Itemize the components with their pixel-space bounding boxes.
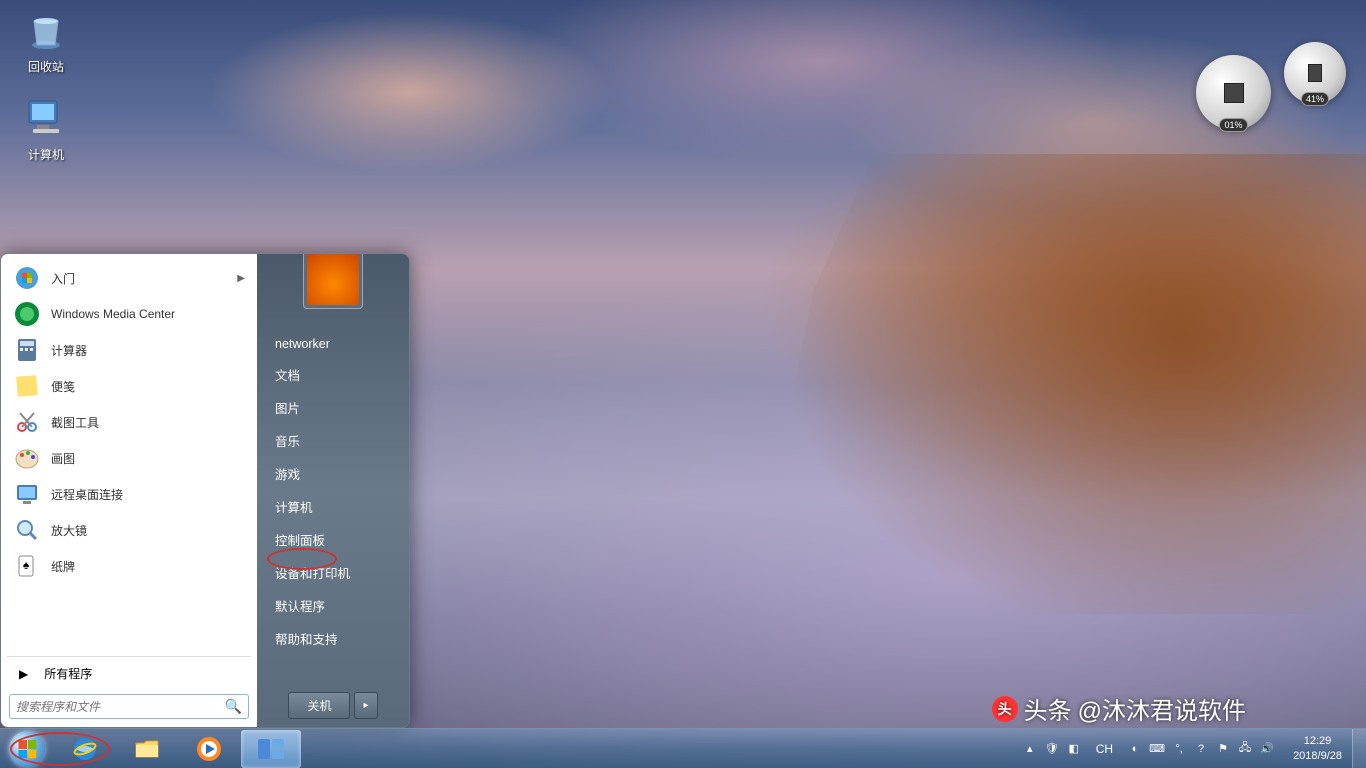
tray-punct-icon[interactable]: °, (1171, 741, 1187, 757)
watermark-logo-icon: 头 (992, 696, 1018, 722)
cpu-meter-gadget[interactable]: 01% (1196, 55, 1271, 130)
desktop-icon-computer[interactable]: 计算机 (6, 94, 86, 163)
chip-icon (1224, 83, 1244, 103)
taskbar-item-explorer[interactable] (117, 730, 177, 768)
start-menu-left-panel: 入门 ▶ Windows Media Center 计算器便笺截图工具画图远程桌面连接… (1, 254, 257, 727)
media-center-icon (13, 300, 41, 328)
mem-value-badge: 41% (1301, 92, 1329, 106)
user-picture-frame[interactable] (303, 253, 363, 309)
program-item-snipping-tool[interactable]: 截图工具 (7, 404, 251, 440)
start-button[interactable] (0, 729, 54, 768)
start-right-item[interactable]: 控制面板 (257, 523, 409, 556)
tray-shield-icon[interactable]: 🛡 (1044, 741, 1060, 757)
all-programs-label: 所有程序 (44, 665, 92, 682)
getting-started-icon (13, 264, 41, 292)
tray-flag-icon[interactable]: ⚑ (1215, 741, 1231, 757)
program-item-calculator[interactable]: 计算器 (7, 332, 251, 368)
internet-explorer-icon (71, 735, 99, 763)
program-item-paint[interactable]: 画图 (7, 440, 251, 476)
computer-icon (22, 94, 70, 142)
remote-desktop-icon (13, 480, 41, 508)
program-label: 入门 (51, 270, 75, 287)
start-menu-right-panel: networker文档图片音乐游戏计算机控制面板设备和打印机默认程序帮助和支持 … (257, 254, 409, 727)
start-right-item[interactable]: 设备和打印机 (257, 556, 409, 589)
start-right-item[interactable]: 计算机 (257, 490, 409, 523)
start-right-item[interactable]: 帮助和支持 (257, 622, 409, 655)
chip-icon (1308, 64, 1322, 82)
user-picture (307, 253, 359, 305)
folder-icon (133, 735, 161, 763)
snipping-tool-icon (13, 408, 41, 436)
all-programs-button[interactable]: ▶ 所有程序 (7, 656, 251, 690)
media-player-icon (195, 735, 223, 763)
triangle-right-icon: ▶ (19, 667, 28, 681)
desktop-icon-recycle-bin[interactable]: 回收站 (6, 6, 86, 75)
search-box[interactable]: 🔍 (9, 694, 249, 719)
submenu-arrow-icon: ▶ (237, 273, 245, 284)
program-item-sticky-notes[interactable]: 便笺 (7, 368, 251, 404)
tray-help-icon[interactable]: ? (1193, 741, 1209, 757)
program-item-media-center[interactable]: Windows Media Center (7, 296, 251, 332)
paint-icon (13, 444, 41, 472)
magnifier-icon (13, 516, 41, 544)
tray-network-icon[interactable]: 🖧 (1237, 741, 1253, 757)
start-right-item[interactable]: 图片 (257, 391, 409, 424)
start-menu: 入门 ▶ Windows Media Center 计算器便笺截图工具画图远程桌面连接… (0, 253, 410, 728)
tray-volume-icon[interactable]: 🔊 (1259, 741, 1275, 757)
program-label: 放大镜 (51, 522, 87, 539)
shutdown-options-button[interactable]: ▸ (354, 692, 377, 719)
desktop-icon-label: 计算机 (6, 146, 86, 163)
tray-keyboard-icon[interactable]: ⌨ (1149, 741, 1165, 757)
start-right-item[interactable]: 默认程序 (257, 589, 409, 622)
calculator-icon (13, 336, 41, 364)
taskbar-item-media-player[interactable] (179, 730, 239, 768)
watermark: 头 头条 @沐沐君说软件 (992, 691, 1246, 726)
memory-meter-gadget[interactable]: 41% (1284, 42, 1346, 104)
tray-ime-icon[interactable]: ◐ (1127, 741, 1143, 757)
clock-date: 2018/9/28 (1293, 749, 1342, 763)
clock-time: 12:29 (1293, 734, 1342, 748)
start-right-item[interactable]: 游戏 (257, 457, 409, 490)
system-tray: ▴ 🛡 ◧ CH ◐ ⌨ °, ? ⚑ 🖧 🔊 12:29 2018/9/28 (1014, 729, 1366, 768)
program-item-solitaire[interactable]: ♠ 纸牌 (7, 548, 251, 584)
desktop-icon-label: 回收站 (6, 58, 86, 75)
start-orb-icon (9, 731, 45, 767)
taskbar-item-active[interactable] (241, 730, 301, 768)
program-item-magnifier[interactable]: 放大镜 (7, 512, 251, 548)
svg-text:♠: ♠ (23, 558, 30, 572)
program-label: Windows Media Center (51, 307, 175, 321)
program-label: 计算器 (51, 342, 87, 359)
search-icon[interactable]: 🔍 (225, 698, 242, 715)
language-indicator[interactable]: CH (1090, 742, 1119, 756)
start-right-item[interactable]: 文档 (257, 358, 409, 391)
shutdown-button[interactable]: 关机 (288, 692, 350, 719)
cpu-value-badge: 01% (1219, 118, 1247, 132)
start-right-item[interactable]: 音乐 (257, 424, 409, 457)
program-item-remote-desktop[interactable]: 远程桌面连接 (7, 476, 251, 512)
program-label: 画图 (51, 450, 75, 467)
tray-expand-icon[interactable]: ▴ (1022, 741, 1038, 757)
program-label: 远程桌面连接 (51, 486, 123, 503)
show-desktop-button[interactable] (1352, 729, 1366, 768)
tray-app-icon[interactable]: ◧ (1066, 741, 1082, 757)
watermark-prefix: 头条 (1024, 691, 1072, 726)
start-right-item[interactable]: networker (257, 330, 409, 358)
watermark-text: @沐沐君说软件 (1078, 691, 1246, 726)
taskbar-item-ie[interactable] (55, 730, 115, 768)
program-item-getting-started[interactable]: 入门 ▶ (7, 260, 251, 296)
program-label: 截图工具 (51, 414, 99, 431)
sticky-notes-icon (13, 372, 41, 400)
panel-icon (256, 737, 286, 761)
program-label: 便笺 (51, 378, 75, 395)
clock[interactable]: 12:29 2018/9/28 (1283, 734, 1352, 763)
search-input[interactable] (16, 700, 225, 714)
recycle-bin-icon (22, 6, 70, 54)
program-label: 纸牌 (51, 558, 75, 575)
taskbar: ▴ 🛡 ◧ CH ◐ ⌨ °, ? ⚑ 🖧 🔊 12:29 2018/9/28 (0, 728, 1366, 768)
solitaire-icon: ♠ (13, 552, 41, 580)
